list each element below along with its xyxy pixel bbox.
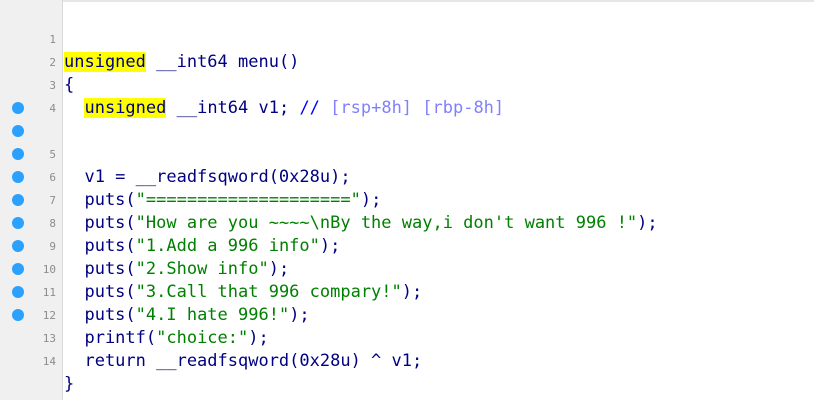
line-number: 13 — [42, 332, 56, 345]
breakpoint-dot[interactable] — [12, 102, 24, 114]
breakpoint-dot[interactable] — [12, 240, 24, 252]
string-literal[interactable]: "choice:" — [156, 328, 248, 348]
code-line-14[interactable]: 14 } — [0, 304, 814, 394]
top-border — [0, 0, 814, 2]
breakpoint-dot[interactable] — [12, 286, 24, 298]
line-number: 14 — [42, 355, 56, 368]
line-text[interactable]: printf("choice:"); — [64, 327, 269, 350]
breakpoint-dot[interactable] — [12, 263, 24, 275]
breakpoint-dot[interactable] — [12, 217, 24, 229]
code-line-1[interactable]: 1 unsigned __int64 menu() — [0, 5, 814, 72]
code-line-9[interactable]: 9 puts("2.Show info"); — [0, 189, 814, 279]
breakpoint-dot[interactable] — [12, 148, 24, 160]
code-line-3[interactable]: 3 unsigned __int64 v1; // [rsp+8h] [rbp-… — [0, 51, 814, 118]
breakpoint-dot[interactable] — [12, 309, 24, 321]
code-line-7[interactable]: 7 puts("How are you ~~~~\nBy the way,i d… — [0, 143, 814, 233]
call-open[interactable]: printf( — [64, 328, 156, 348]
code-line-2[interactable]: 2 { — [0, 28, 814, 95]
pseudocode-editor[interactable]: 1 unsigned __int64 menu() 2 { 3 unsigned… — [0, 0, 814, 400]
code-area[interactable]: 1 unsigned __int64 menu() 2 { 3 unsigned… — [0, 5, 814, 394]
code-line-4[interactable]: 4 — [0, 74, 814, 115]
code-line-11[interactable]: 11 puts("4.I hate 996!"); — [0, 235, 814, 325]
breakpoint-dot[interactable] — [12, 194, 24, 206]
call-close: ); — [248, 328, 269, 348]
code-line-13[interactable]: 13 return __readfsqword(0x28u) ^ v1; — [0, 281, 814, 371]
line-text[interactable]: return __readfsqword(0x28u) ^ v1; — [64, 350, 422, 373]
code-line-5[interactable]: 5 v1 = __readfsqword(0x28u); — [0, 97, 814, 187]
code-line-12[interactable]: 12 printf("choice:"); — [0, 258, 814, 348]
code-line-10[interactable]: 10 puts("3.Call that 996 compary!"); — [0, 212, 814, 302]
breakpoint-dot[interactable] — [12, 125, 24, 137]
breakpoint-dot[interactable] — [12, 171, 24, 183]
close-brace: } — [64, 374, 75, 394]
code-line-8[interactable]: 8 puts("1.Add a 996 info"); — [0, 166, 814, 256]
code-line-6[interactable]: 6 puts("===================="); — [0, 120, 814, 210]
